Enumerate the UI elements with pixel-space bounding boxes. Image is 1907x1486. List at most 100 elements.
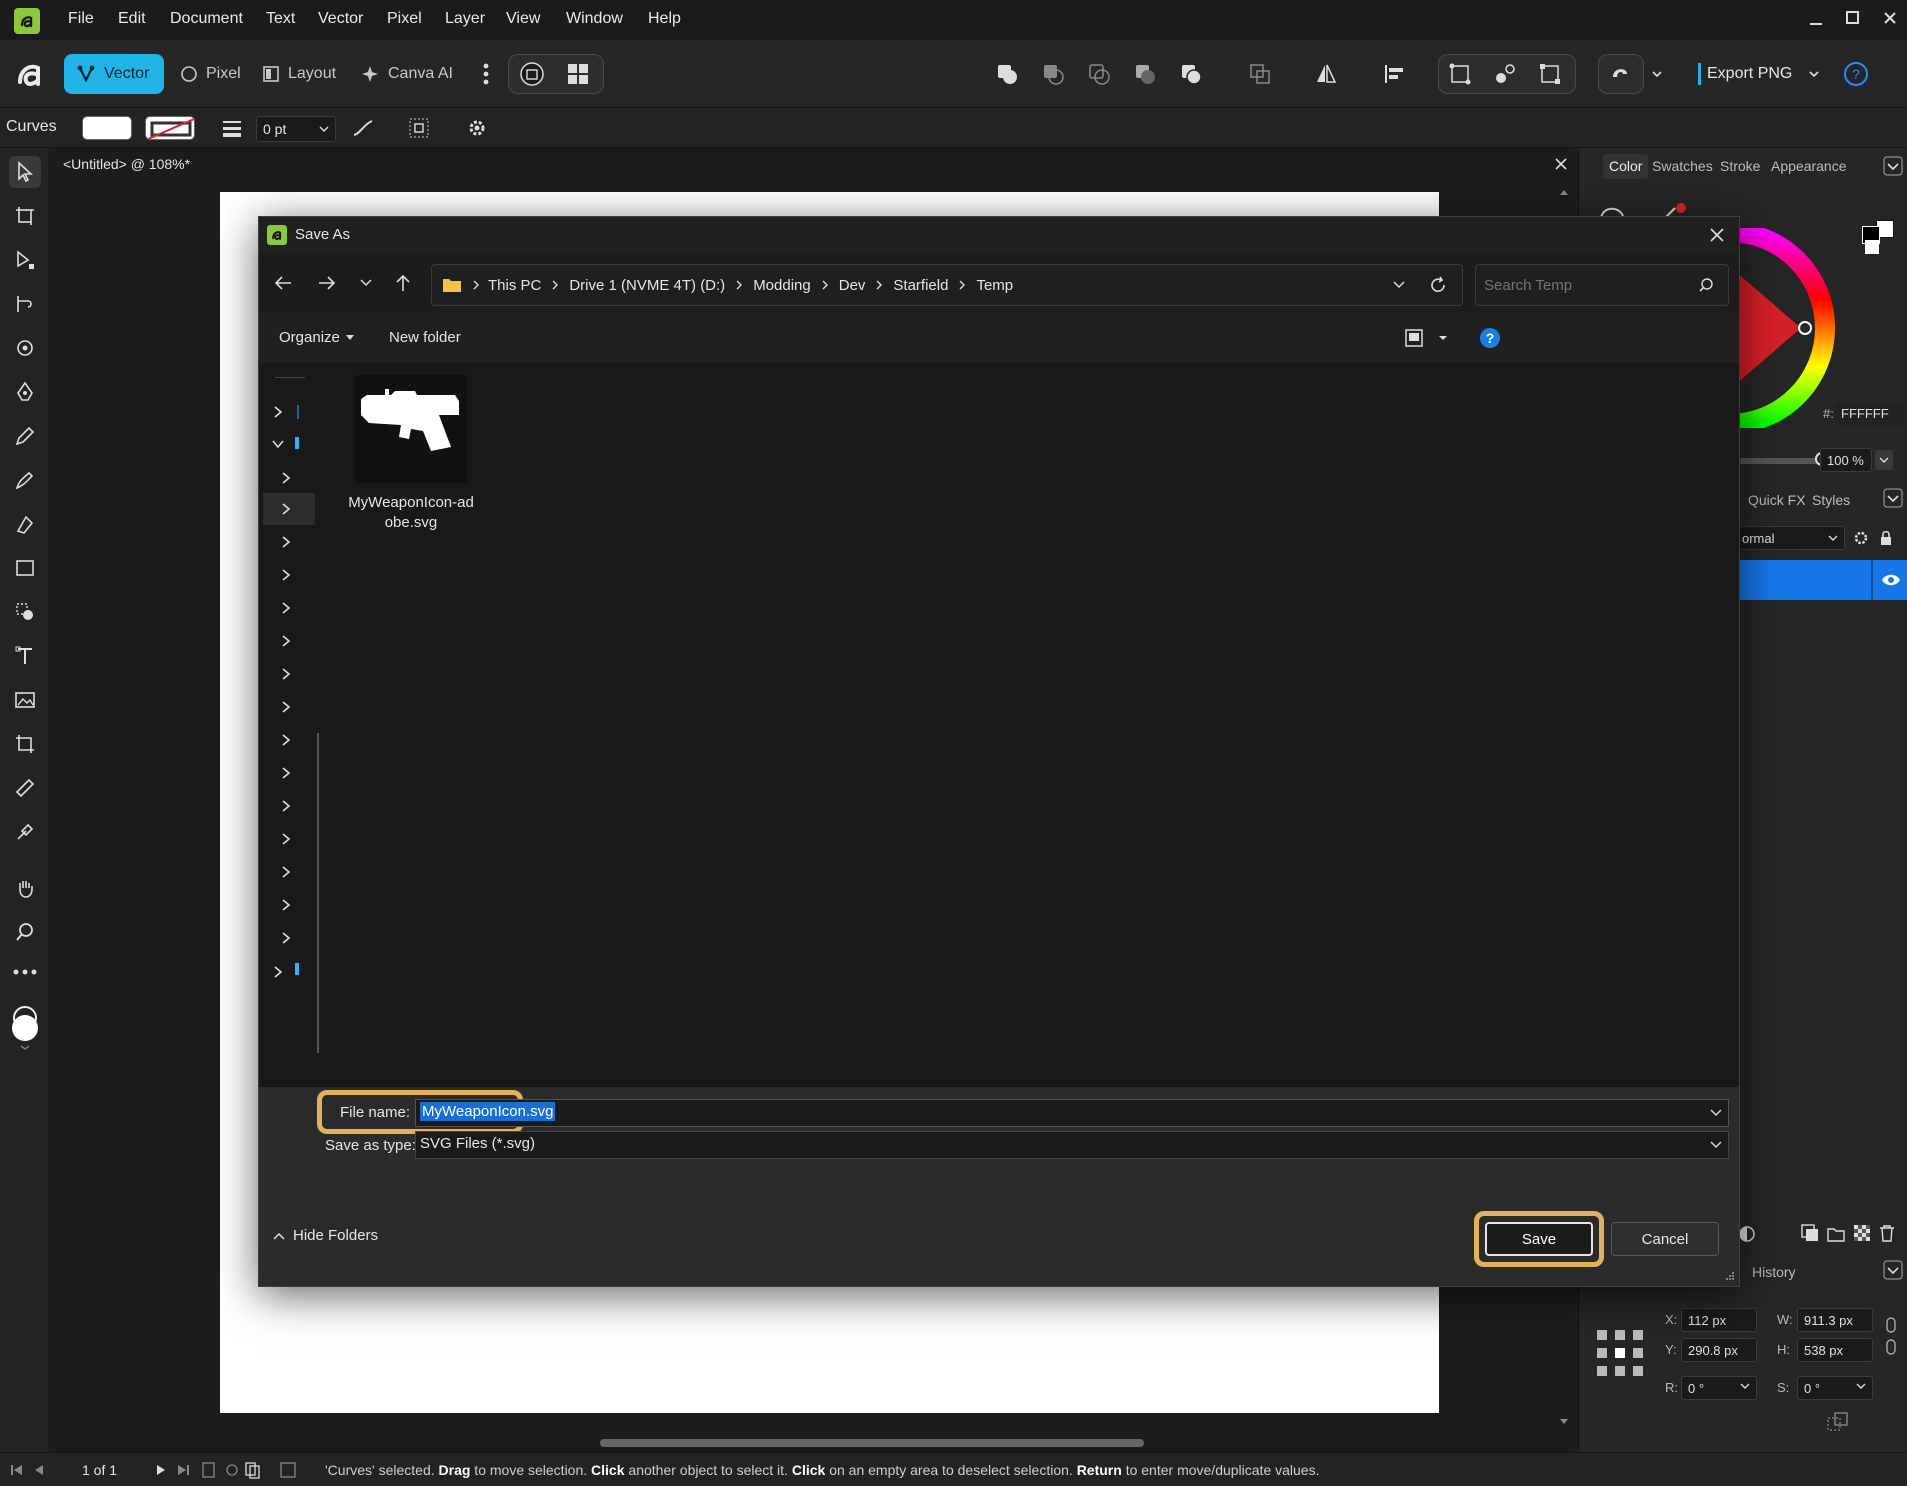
menu-layer[interactable]: Layer — [445, 10, 485, 28]
search-input[interactable] — [1484, 275, 1684, 295]
zoom-tool-icon[interactable] — [9, 916, 41, 948]
transform-origin-icon[interactable] — [1446, 60, 1474, 88]
menu-pixel[interactable]: Pixel — [387, 10, 422, 28]
minimize-icon[interactable] — [1808, 12, 1824, 28]
node-tool-icon[interactable] — [9, 244, 41, 276]
opacity-field[interactable]: 100 % — [1820, 448, 1872, 472]
measure-tool-icon[interactable] — [9, 772, 41, 804]
trash-icon[interactable] — [1879, 1224, 1895, 1242]
more-tools-icon[interactable] — [9, 956, 41, 988]
point-transform-icon[interactable] — [9, 332, 41, 364]
menu-view[interactable]: View — [506, 10, 540, 28]
more-options-icon[interactable] — [472, 60, 500, 88]
breadcrumb-drive[interactable]: Drive 1 (NVME 4T) (D:) — [569, 277, 725, 294]
vector-brush-icon[interactable] — [9, 464, 41, 496]
tab-color[interactable]: Color — [1603, 154, 1649, 179]
layer-settings-gear-icon[interactable] — [1853, 530, 1869, 546]
nav-collapse-chevron-icon[interactable] — [271, 437, 287, 453]
new-folder-button[interactable]: New folder — [389, 329, 461, 346]
organize-button[interactable]: Organize — [279, 329, 354, 346]
anchor-selector[interactable] — [1597, 1330, 1643, 1376]
text-tool-icon[interactable] — [9, 640, 41, 672]
boolean-xor-icon[interactable] — [1131, 60, 1159, 88]
hand-tool-icon[interactable] — [9, 872, 41, 904]
nav-expand-chevron-icon[interactable] — [279, 931, 295, 947]
move-tool-icon[interactable] — [9, 156, 41, 188]
distribute-icon[interactable] — [408, 117, 430, 139]
r-field[interactable]: 0 ° — [1681, 1376, 1757, 1400]
close-document-icon[interactable] — [1555, 158, 1567, 170]
stroke-swatch[interactable] — [145, 116, 195, 140]
grid-icon[interactable] — [564, 60, 592, 88]
nav-expand-chevron-icon[interactable] — [271, 965, 287, 981]
resize-grip-icon[interactable] — [1725, 1271, 1735, 1281]
help-icon[interactable]: ? — [1842, 60, 1870, 88]
tab-history[interactable]: History — [1752, 1264, 1796, 1280]
transform-options-icon[interactable] — [1827, 1412, 1849, 1432]
geometry-icon[interactable] — [1246, 60, 1274, 88]
snap-options-chevron-icon[interactable] — [1643, 60, 1671, 88]
nav-expand-chevron-icon[interactable] — [279, 898, 295, 914]
nav-expand-chevron-icon[interactable] — [279, 766, 295, 782]
breadcrumb-modding[interactable]: Modding — [753, 277, 811, 294]
scroll-up-icon[interactable] — [1559, 188, 1569, 196]
menu-window[interactable]: Window — [566, 10, 623, 28]
close-window-icon[interactable] — [1882, 10, 1898, 26]
hide-folders-button[interactable]: Hide Folders — [273, 1227, 378, 1244]
color-swatches-icon[interactable] — [9, 1006, 41, 1050]
eye-icon[interactable] — [1881, 572, 1901, 588]
save-button[interactable]: Save — [1485, 1222, 1593, 1256]
address-history-chevron-icon[interactable] — [1392, 279, 1406, 291]
fill-stroke-indicator[interactable] — [1862, 220, 1896, 254]
export-png-button[interactable]: Export PNG — [1698, 60, 1820, 88]
menu-vector[interactable]: Vector — [318, 10, 363, 28]
lock-icon[interactable] — [1879, 530, 1893, 546]
link-proportions-icon[interactable] — [1885, 1316, 1897, 1356]
magnet-icon[interactable] — [1606, 60, 1634, 88]
y-field[interactable]: 290.8 px — [1681, 1338, 1757, 1362]
tab-swatches[interactable]: Swatches — [1652, 158, 1713, 174]
app-logo-icon[interactable] — [14, 8, 40, 34]
s-field[interactable]: 0 ° — [1797, 1376, 1873, 1400]
persona-vector-button[interactable]: Vector — [64, 54, 164, 94]
page-options-icon[interactable] — [202, 1461, 266, 1479]
adjustment-icon[interactable] — [1739, 1226, 1755, 1242]
crop-tool-icon[interactable] — [9, 728, 41, 760]
dialog-help-icon[interactable]: ? — [1479, 327, 1501, 349]
pencil-tool-icon[interactable] — [9, 420, 41, 452]
first-page-icon[interactable] — [10, 1463, 24, 1477]
document-tab[interactable]: <Untitled> @ 108%* — [51, 150, 1575, 180]
horizontal-scroll-thumb[interactable] — [600, 1439, 1144, 1447]
stroke-width-field[interactable]: 0 pt — [256, 116, 336, 142]
gear-icon[interactable] — [466, 117, 488, 139]
breadcrumb-temp[interactable]: Temp — [976, 277, 1013, 294]
pressure-curve-icon[interactable] — [352, 118, 374, 138]
artboard-tool-icon[interactable] — [9, 200, 41, 232]
layer-add-icon[interactable] — [1801, 1224, 1819, 1242]
persona-layout-button[interactable]: Layout — [250, 54, 348, 94]
snapping-icon[interactable] — [518, 60, 546, 88]
menu-file[interactable]: File — [68, 10, 94, 28]
next-page-icon[interactable] — [154, 1463, 168, 1477]
fill-tool-icon[interactable] — [9, 508, 41, 540]
nav-expand-chevron-icon[interactable] — [279, 535, 295, 551]
panel-menu-chevron-icon[interactable] — [1883, 156, 1903, 176]
persona-pixel-button[interactable]: Pixel — [168, 54, 253, 94]
nav-expand-chevron-icon[interactable] — [279, 471, 295, 487]
folder-icon[interactable] — [1827, 1226, 1845, 1242]
nav-expand-chevron-icon[interactable] — [279, 502, 295, 518]
search-box[interactable] — [1475, 264, 1729, 306]
rectangle-tool-icon[interactable] — [9, 552, 41, 584]
h-field[interactable]: 538 px — [1797, 1338, 1873, 1362]
address-bar[interactable]: This PC Drive 1 (NVME 4T) (D:) Modding D… — [431, 264, 1463, 306]
view-options-icon[interactable] — [1405, 329, 1451, 347]
mask-icon[interactable] — [1853, 1224, 1871, 1242]
nav-expand-chevron-icon[interactable] — [279, 667, 295, 683]
last-page-icon[interactable] — [176, 1463, 190, 1477]
nav-expand-chevron-icon[interactable] — [279, 865, 295, 881]
nav-expand-chevron-icon[interactable] — [279, 799, 295, 815]
nav-expand-chevron-icon[interactable] — [271, 405, 287, 421]
fx-panel-chevron-icon[interactable] — [1883, 488, 1903, 508]
blend-mode-select[interactable]: ormal — [1739, 526, 1845, 550]
cancel-button[interactable]: Cancel — [1611, 1222, 1719, 1256]
